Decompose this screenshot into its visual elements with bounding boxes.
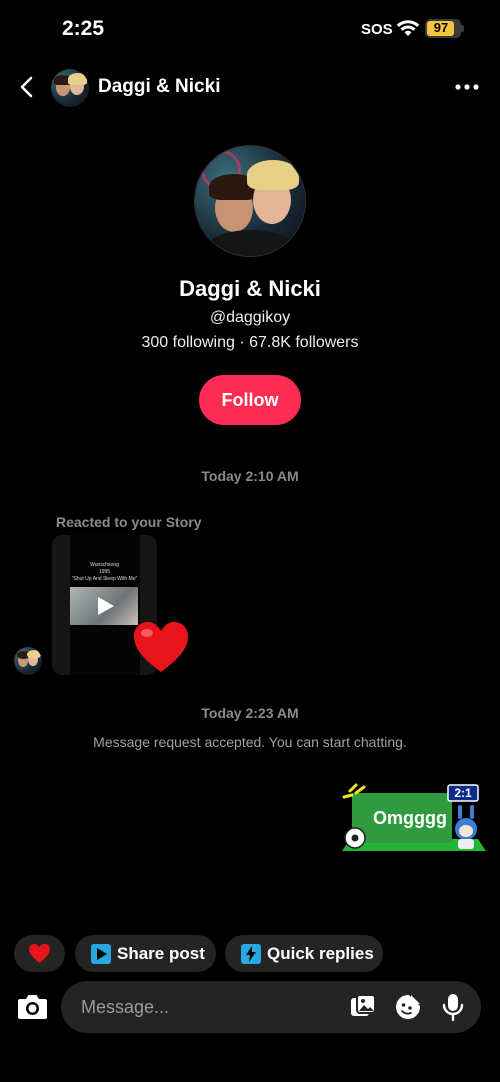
profile-avatar[interactable] <box>194 145 306 257</box>
profile-handle: @daggikoy <box>209 309 291 326</box>
share-post-icon <box>91 944 111 964</box>
heart-icon <box>29 944 50 963</box>
quick-replies-button[interactable]: Quick replies <box>225 935 383 972</box>
microphone-icon[interactable] <box>442 993 464 1021</box>
timestamp: Today 2:10 AM <box>201 468 299 484</box>
follow-button[interactable]: Follow <box>199 375 301 425</box>
carrier-label: SOS <box>361 21 393 38</box>
wifi-icon <box>396 20 420 36</box>
camera-icon[interactable] <box>17 992 48 1020</box>
more-options-icon[interactable] <box>454 77 480 97</box>
battery-indicator: 97 <box>425 19 464 38</box>
header-title[interactable]: Daggi & Nicki <box>98 76 220 98</box>
system-message: Message request accepted. You can start … <box>93 734 407 750</box>
play-icon <box>98 597 114 615</box>
share-post-button[interactable]: Share post <box>75 935 216 972</box>
battery-level: 97 <box>433 20 449 35</box>
sender-avatar[interactable] <box>14 647 42 675</box>
profile-name: Daggi & Nicki <box>179 276 321 301</box>
status-bar: 2:25 SOS 97 <box>0 0 500 60</box>
reacted-label: Reacted to your Story <box>56 514 202 530</box>
gallery-icon[interactable] <box>350 994 376 1020</box>
story-caption: Wunschsong 1995 "Shut Up And Sleep With … <box>71 562 138 582</box>
story-thumbnail <box>70 587 138 625</box>
heart-reaction-button[interactable] <box>14 935 65 972</box>
message-input[interactable] <box>81 981 331 1033</box>
status-time: 2:25 <box>62 17 105 40</box>
header-avatar[interactable] <box>51 69 89 107</box>
timestamp: Today 2:23 AM <box>201 705 299 721</box>
message-composer <box>61 981 481 1033</box>
sticker-score: 2:1 <box>454 786 472 800</box>
share-post-label: Share post <box>117 944 205 963</box>
lightning-icon <box>241 944 261 964</box>
profile-stats: 300 following · 67.8K followers <box>141 334 359 351</box>
sticker-icon[interactable] <box>395 994 421 1020</box>
sticker-text: Omgggg <box>373 808 447 828</box>
quick-replies-label: Quick replies <box>267 944 374 963</box>
heart-reaction-icon <box>134 622 188 672</box>
back-chevron-icon[interactable] <box>14 74 40 100</box>
chat-header: Daggi & Nicki <box>0 64 500 112</box>
